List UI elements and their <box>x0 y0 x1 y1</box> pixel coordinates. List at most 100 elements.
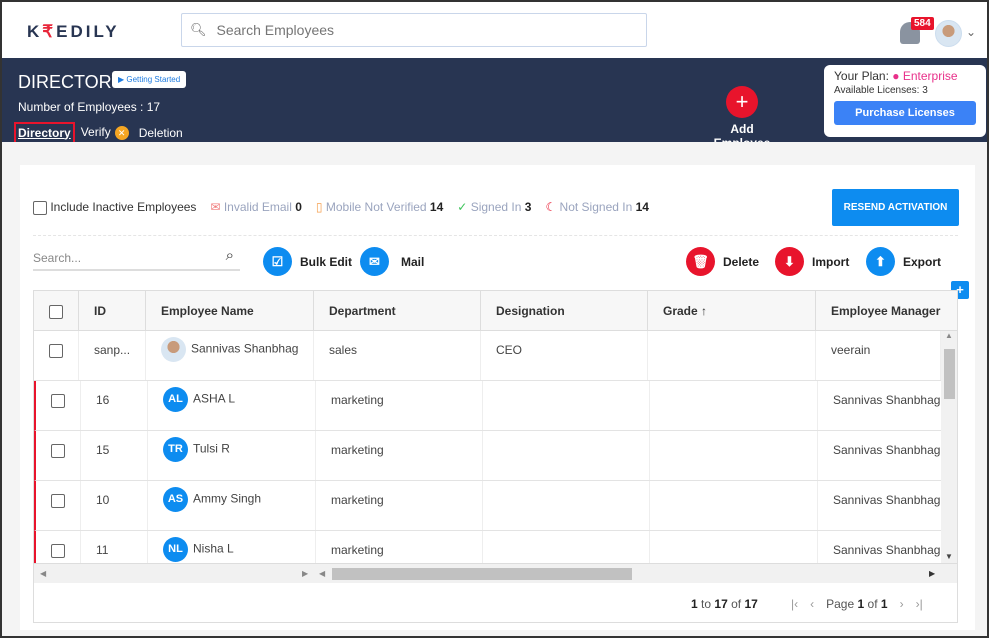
getting-started-button[interactable]: ▶ Getting Started <box>112 71 187 88</box>
include-inactive-checkbox[interactable]: Include Inactive Employees <box>33 200 196 215</box>
first-page-icon[interactable]: |‹ <box>791 597 798 611</box>
invalid-email-filter[interactable]: ✉ Invalid Email 0 <box>210 200 301 214</box>
signed-in-filter[interactable]: ✓ Signed In 3 <box>457 200 531 214</box>
table-search-input[interactable]: Search... ⌕ <box>33 245 240 271</box>
row-checkbox[interactable] <box>36 431 81 480</box>
purchase-licenses-button[interactable]: Purchase Licenses <box>834 101 976 125</box>
user-avatar[interactable] <box>935 20 962 47</box>
mail-label: Mail <box>401 254 425 269</box>
row-checkbox[interactable] <box>34 331 79 380</box>
employee-search-input[interactable] <box>216 22 617 38</box>
column-designation[interactable]: Designation <box>481 291 648 330</box>
column-id[interactable]: ID <box>79 291 146 330</box>
signed-in-label: Signed In <box>470 200 522 215</box>
range-total: 17 <box>744 597 758 611</box>
cell-designation <box>483 381 650 430</box>
search-icon: ⌕ <box>225 247 234 264</box>
row-checkbox[interactable] <box>36 381 81 430</box>
scrollbar-thumb[interactable] <box>944 349 955 399</box>
import-label: Import <box>812 254 850 269</box>
total-pages: 1 <box>880 597 888 611</box>
notification-badge: 584 <box>911 17 934 30</box>
cell-id: 16 <box>81 381 148 430</box>
range-of-label: of <box>731 597 742 611</box>
scrollbar-thumb[interactable] <box>332 568 632 580</box>
horizontal-scrollbar[interactable]: ◀ ▶ ◀ ▶ <box>34 563 957 583</box>
trash-icon: 🗑︎ <box>686 247 715 276</box>
cell-manager: Sannivas Shanbhag <box>818 481 943 530</box>
export-label: Export <box>903 254 942 269</box>
table-row[interactable]: 15 TR Tulsi R marketing Sannivas Shanbhag <box>34 431 943 481</box>
plus-icon: + <box>726 86 758 118</box>
table-row[interactable]: 16 AL ASHA L marketing Sannivas Shanbhag <box>34 381 943 431</box>
table-header: ID Employee Name Department Designation … <box>34 291 957 331</box>
invalid-email-label: Invalid Email <box>223 200 292 215</box>
row-checkbox[interactable] <box>36 481 81 530</box>
column-employee-name[interactable]: Employee Name <box>146 291 314 330</box>
check-circle-icon: ✓ <box>457 200 468 215</box>
export-button[interactable]: ⬆ Export <box>866 247 941 276</box>
next-page-icon[interactable]: › <box>900 597 904 611</box>
column-employee-manager[interactable]: Employee Manager <box>816 291 957 330</box>
chevron-down-icon[interactable]: ⌄ <box>966 25 976 39</box>
checkbox-icon <box>49 304 63 319</box>
tab-deletion[interactable]: Deletion <box>139 126 183 140</box>
column-department[interactable]: Department <box>314 291 481 330</box>
cell-id: 15 <box>81 431 148 480</box>
include-inactive-label: Include Inactive Employees <box>50 200 197 214</box>
last-page-icon[interactable]: ›| <box>916 597 923 611</box>
employee-search[interactable]: 🔍︎ <box>181 13 647 47</box>
tab-verify[interactable]: Verify ✕ <box>81 125 129 140</box>
cell-manager: veerain <box>816 331 941 380</box>
cell-designation: CEO <box>481 331 648 380</box>
tab-verify-label: Verify <box>80 125 111 139</box>
page-of-label: of <box>867 597 878 611</box>
column-grade-label: Grade <box>663 304 698 318</box>
status-summary: Include Inactive Employees ✉ Invalid Ema… <box>33 200 649 215</box>
mail-icon: ✉ <box>360 247 389 276</box>
select-all-checkbox[interactable] <box>34 291 79 330</box>
table-row[interactable]: sanp... Sannivas Shanbhag sales CEO veerain <box>34 331 941 381</box>
column-grade[interactable]: Grade ↑ <box>648 291 816 330</box>
employee-name[interactable]: Tulsi R <box>193 442 230 456</box>
bulk-edit-button[interactable]: ☑ Bulk Edit <box>263 247 352 276</box>
cell-name: Sannivas Shanbhag <box>146 331 314 380</box>
mail-button[interactable]: ✉ Mail <box>360 247 424 276</box>
previous-page-icon[interactable]: ‹ <box>810 597 814 611</box>
employee-name[interactable]: Nisha L <box>193 542 234 556</box>
tab-directory[interactable]: Directory <box>14 121 75 144</box>
kredily-logo[interactable]: K₹EDILY <box>27 22 120 42</box>
initials-avatar: AL <box>163 387 188 412</box>
top-bar: K₹EDILY 🔍︎ 584 ⌄ <box>0 0 989 58</box>
mobile-not-verified-filter[interactable]: ▯ Mobile Not Verified 14 <box>316 200 443 214</box>
initials-avatar: TR <box>163 437 188 462</box>
checkbox-icon <box>49 343 63 358</box>
resend-activation-button[interactable]: RESEND ACTIVATION <box>832 189 959 226</box>
cell-grade <box>648 331 816 380</box>
delete-button[interactable]: 🗑︎ Delete <box>686 247 759 276</box>
not-signed-in-label: Not Signed In <box>559 200 633 215</box>
cell-grade <box>650 381 818 430</box>
not-signed-in-filter[interactable]: ☾ Not Signed In 14 <box>545 200 649 214</box>
checkbox-icon <box>51 543 65 558</box>
getting-started-label: Getting Started <box>126 75 181 84</box>
initials-avatar: NL <box>163 537 188 562</box>
add-employee-button[interactable]: + Add Employee <box>702 86 782 150</box>
cell-department: sales <box>314 331 481 380</box>
vertical-scrollbar[interactable]: ▲ ▼ <box>941 331 957 563</box>
plan-card: Your Plan: ● Enterprise Available Licens… <box>824 65 986 137</box>
plan-label: Your Plan: <box>834 69 889 83</box>
employee-name[interactable]: Sannivas Shanbhag <box>191 342 298 356</box>
cell-designation <box>483 431 650 480</box>
download-icon: ⬇ <box>775 247 804 276</box>
employee-name[interactable]: ASHA L <box>193 392 235 406</box>
initials-avatar: AS <box>163 487 188 512</box>
table-search-placeholder: Search... <box>33 251 82 265</box>
employee-name[interactable]: Ammy Singh <box>193 492 261 506</box>
cell-grade <box>650 431 818 480</box>
cell-name: AL ASHA L <box>148 381 316 430</box>
import-button[interactable]: ⬇ Import <box>775 247 849 276</box>
checkbox-icon <box>51 493 65 508</box>
cell-manager: Sannivas Shanbhag <box>818 431 943 480</box>
table-row[interactable]: 10 AS Ammy Singh marketing Sannivas Shanbhag <box>34 481 943 531</box>
